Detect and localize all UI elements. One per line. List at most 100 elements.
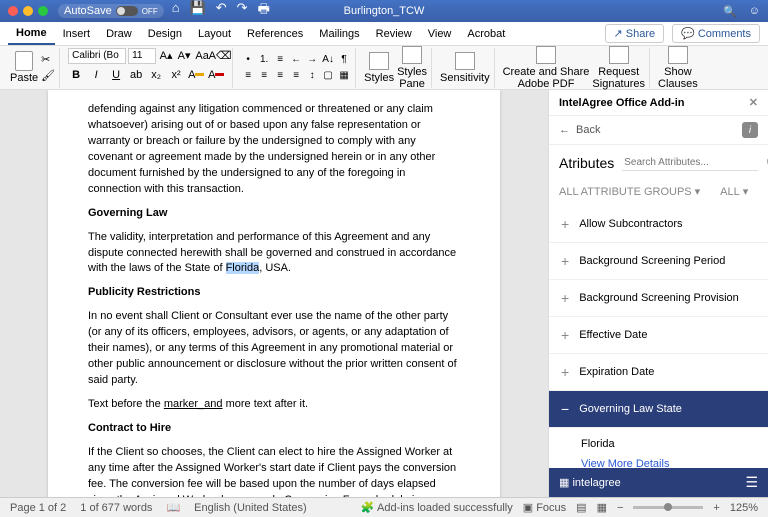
page-indicator[interactable]: Page 1 of 2 (10, 502, 66, 514)
share-button[interactable]: ↗Share (605, 24, 665, 43)
sort-icon[interactable]: A↓ (321, 53, 335, 67)
line-spacing-icon[interactable]: ↕ (305, 69, 319, 83)
tab-insert[interactable]: Insert (55, 24, 99, 44)
styles-icon (369, 52, 389, 70)
focus-mode[interactable]: ▣ Focus (523, 501, 566, 514)
sensitivity-icon (455, 52, 475, 70)
plus-icon: + (561, 216, 569, 232)
decrease-font-icon[interactable]: A▾ (176, 48, 192, 64)
align-center-icon[interactable]: ≡ (257, 69, 271, 83)
document-canvas[interactable]: defending against any litigation commenc… (0, 90, 548, 497)
show-clauses-button[interactable]: Show Clauses (658, 46, 698, 90)
save-icon[interactable]: 💾 (190, 0, 206, 22)
font-color-button[interactable]: A (208, 67, 224, 83)
increase-font-icon[interactable]: A▴ (158, 48, 174, 64)
view-print-icon[interactable]: ▤ (576, 501, 586, 514)
zoom-slider[interactable] (633, 506, 703, 509)
attribute-item[interactable]: +Effective Date (549, 317, 768, 354)
ribbon-tabs: Home Insert Draw Design Layout Reference… (0, 22, 768, 46)
cut-icon[interactable]: ✂ (41, 53, 55, 66)
borders-icon[interactable]: ▦ (337, 69, 351, 83)
attribute-item[interactable]: +Expiration Date (549, 354, 768, 391)
align-right-icon[interactable]: ≡ (273, 69, 287, 83)
page-1[interactable]: defending against any litigation commenc… (48, 90, 500, 497)
tab-draw[interactable]: Draw (98, 24, 140, 44)
subscript-button[interactable]: x₂ (148, 67, 164, 83)
styles-group: Styles Styles Pane (360, 48, 432, 88)
undo-icon[interactable]: ↶ (216, 0, 227, 22)
addins-status[interactable]: 🧩 Add-ins loaded successfully (361, 501, 513, 514)
shading-icon[interactable]: ▢ (321, 69, 335, 83)
pdf-icon (536, 46, 556, 64)
highlight-button[interactable]: A (188, 67, 204, 83)
clipboard-icon (15, 51, 33, 71)
account-icon[interactable]: ☺ (749, 5, 760, 18)
tab-layout[interactable]: Layout (190, 24, 239, 44)
attribute-item[interactable]: +Background Screening Provision (549, 280, 768, 317)
autosave-toggle[interactable]: AutoSave OFF (58, 4, 164, 18)
bullets-icon[interactable]: • (241, 53, 255, 67)
zoom-in-icon[interactable]: + (713, 502, 719, 514)
sensitivity-button[interactable]: Sensitivity (440, 52, 490, 84)
numbering-icon[interactable]: 1. (257, 53, 271, 67)
zoom-out-icon[interactable]: − (617, 502, 623, 514)
tab-mailings[interactable]: Mailings (311, 24, 367, 44)
clear-format-icon[interactable]: A⌫ (212, 48, 228, 64)
search-attributes-input[interactable] (622, 155, 758, 171)
attribute-item[interactable]: +Background Screening Period (549, 243, 768, 280)
menu-icon[interactable]: ☰ (745, 474, 758, 491)
close-window-icon[interactable] (8, 6, 18, 16)
sensitivity-group: Sensitivity (436, 48, 495, 88)
format-painter-icon[interactable]: 🖌 (41, 69, 55, 82)
search-icon[interactable]: 🔍 (723, 5, 737, 18)
filter-all[interactable]: ALL▾ (720, 185, 748, 198)
show-marks-icon[interactable]: ¶ (337, 53, 351, 67)
multilevel-icon[interactable]: ≡ (273, 53, 287, 67)
comments-icon: 💬 (681, 27, 695, 40)
redo-icon[interactable]: ↷ (237, 0, 248, 22)
word-count[interactable]: 1 of 677 words (80, 502, 152, 514)
font-family-select[interactable] (68, 48, 126, 64)
close-addin-icon[interactable]: ✕ (749, 96, 758, 109)
filter-groups[interactable]: ALL ATTRIBUTE GROUPS▾ (559, 185, 700, 198)
maximize-window-icon[interactable] (38, 6, 48, 16)
tab-review[interactable]: Review (368, 24, 420, 44)
font-size-select[interactable] (128, 48, 156, 64)
italic-button[interactable]: I (88, 67, 104, 83)
attribute-item-selected[interactable]: −Governing Law State (549, 391, 768, 428)
strikethrough-button[interactable]: ab (128, 67, 144, 83)
create-share-pdf-button[interactable]: Create and Share Adobe PDF (503, 46, 590, 90)
superscript-button[interactable]: x² (168, 67, 184, 83)
request-signatures-button[interactable]: Request Signatures (592, 46, 645, 90)
bold-button[interactable]: B (68, 67, 84, 83)
increase-indent-icon[interactable]: → (305, 53, 319, 67)
align-left-icon[interactable]: ≡ (241, 69, 255, 83)
quick-access-toolbar: ⌂ 💾 ↶ ↷ 🖶 (172, 0, 270, 22)
comments-button[interactable]: 💬Comments (672, 24, 760, 43)
addin-panel: IntelAgree Office Add-in ✕ ← Back i Atri… (548, 90, 768, 497)
spellcheck-icon[interactable]: 📖 (166, 501, 180, 514)
attribute-item[interactable]: +Allow Subcontractors (549, 206, 768, 243)
styles-pane-icon (402, 46, 422, 64)
justify-icon[interactable]: ≡ (289, 69, 303, 83)
back-button[interactable]: ← Back i (549, 116, 768, 145)
autosave-label: AutoSave (64, 5, 112, 17)
decrease-indent-icon[interactable]: ← (289, 53, 303, 67)
home-icon[interactable]: ⌂ (172, 0, 180, 22)
paste-button[interactable]: Paste (10, 51, 38, 84)
zoom-level[interactable]: 125% (730, 502, 758, 514)
styles-pane-button[interactable]: Styles Pane (397, 46, 427, 90)
minimize-window-icon[interactable] (23, 6, 33, 16)
tab-home[interactable]: Home (8, 23, 55, 45)
underline-button[interactable]: U (108, 67, 124, 83)
tab-view[interactable]: View (420, 24, 460, 44)
view-web-icon[interactable]: ▦ (597, 501, 607, 514)
print-icon[interactable]: 🖶 (258, 0, 270, 22)
info-icon[interactable]: i (742, 122, 758, 138)
tab-acrobat[interactable]: Acrobat (459, 24, 513, 44)
language-indicator[interactable]: English (United States) (194, 502, 307, 514)
tab-references[interactable]: References (239, 24, 311, 44)
view-more-link[interactable]: View More Details (581, 458, 736, 468)
tab-design[interactable]: Design (140, 24, 190, 44)
styles-button[interactable]: Styles (364, 52, 394, 84)
